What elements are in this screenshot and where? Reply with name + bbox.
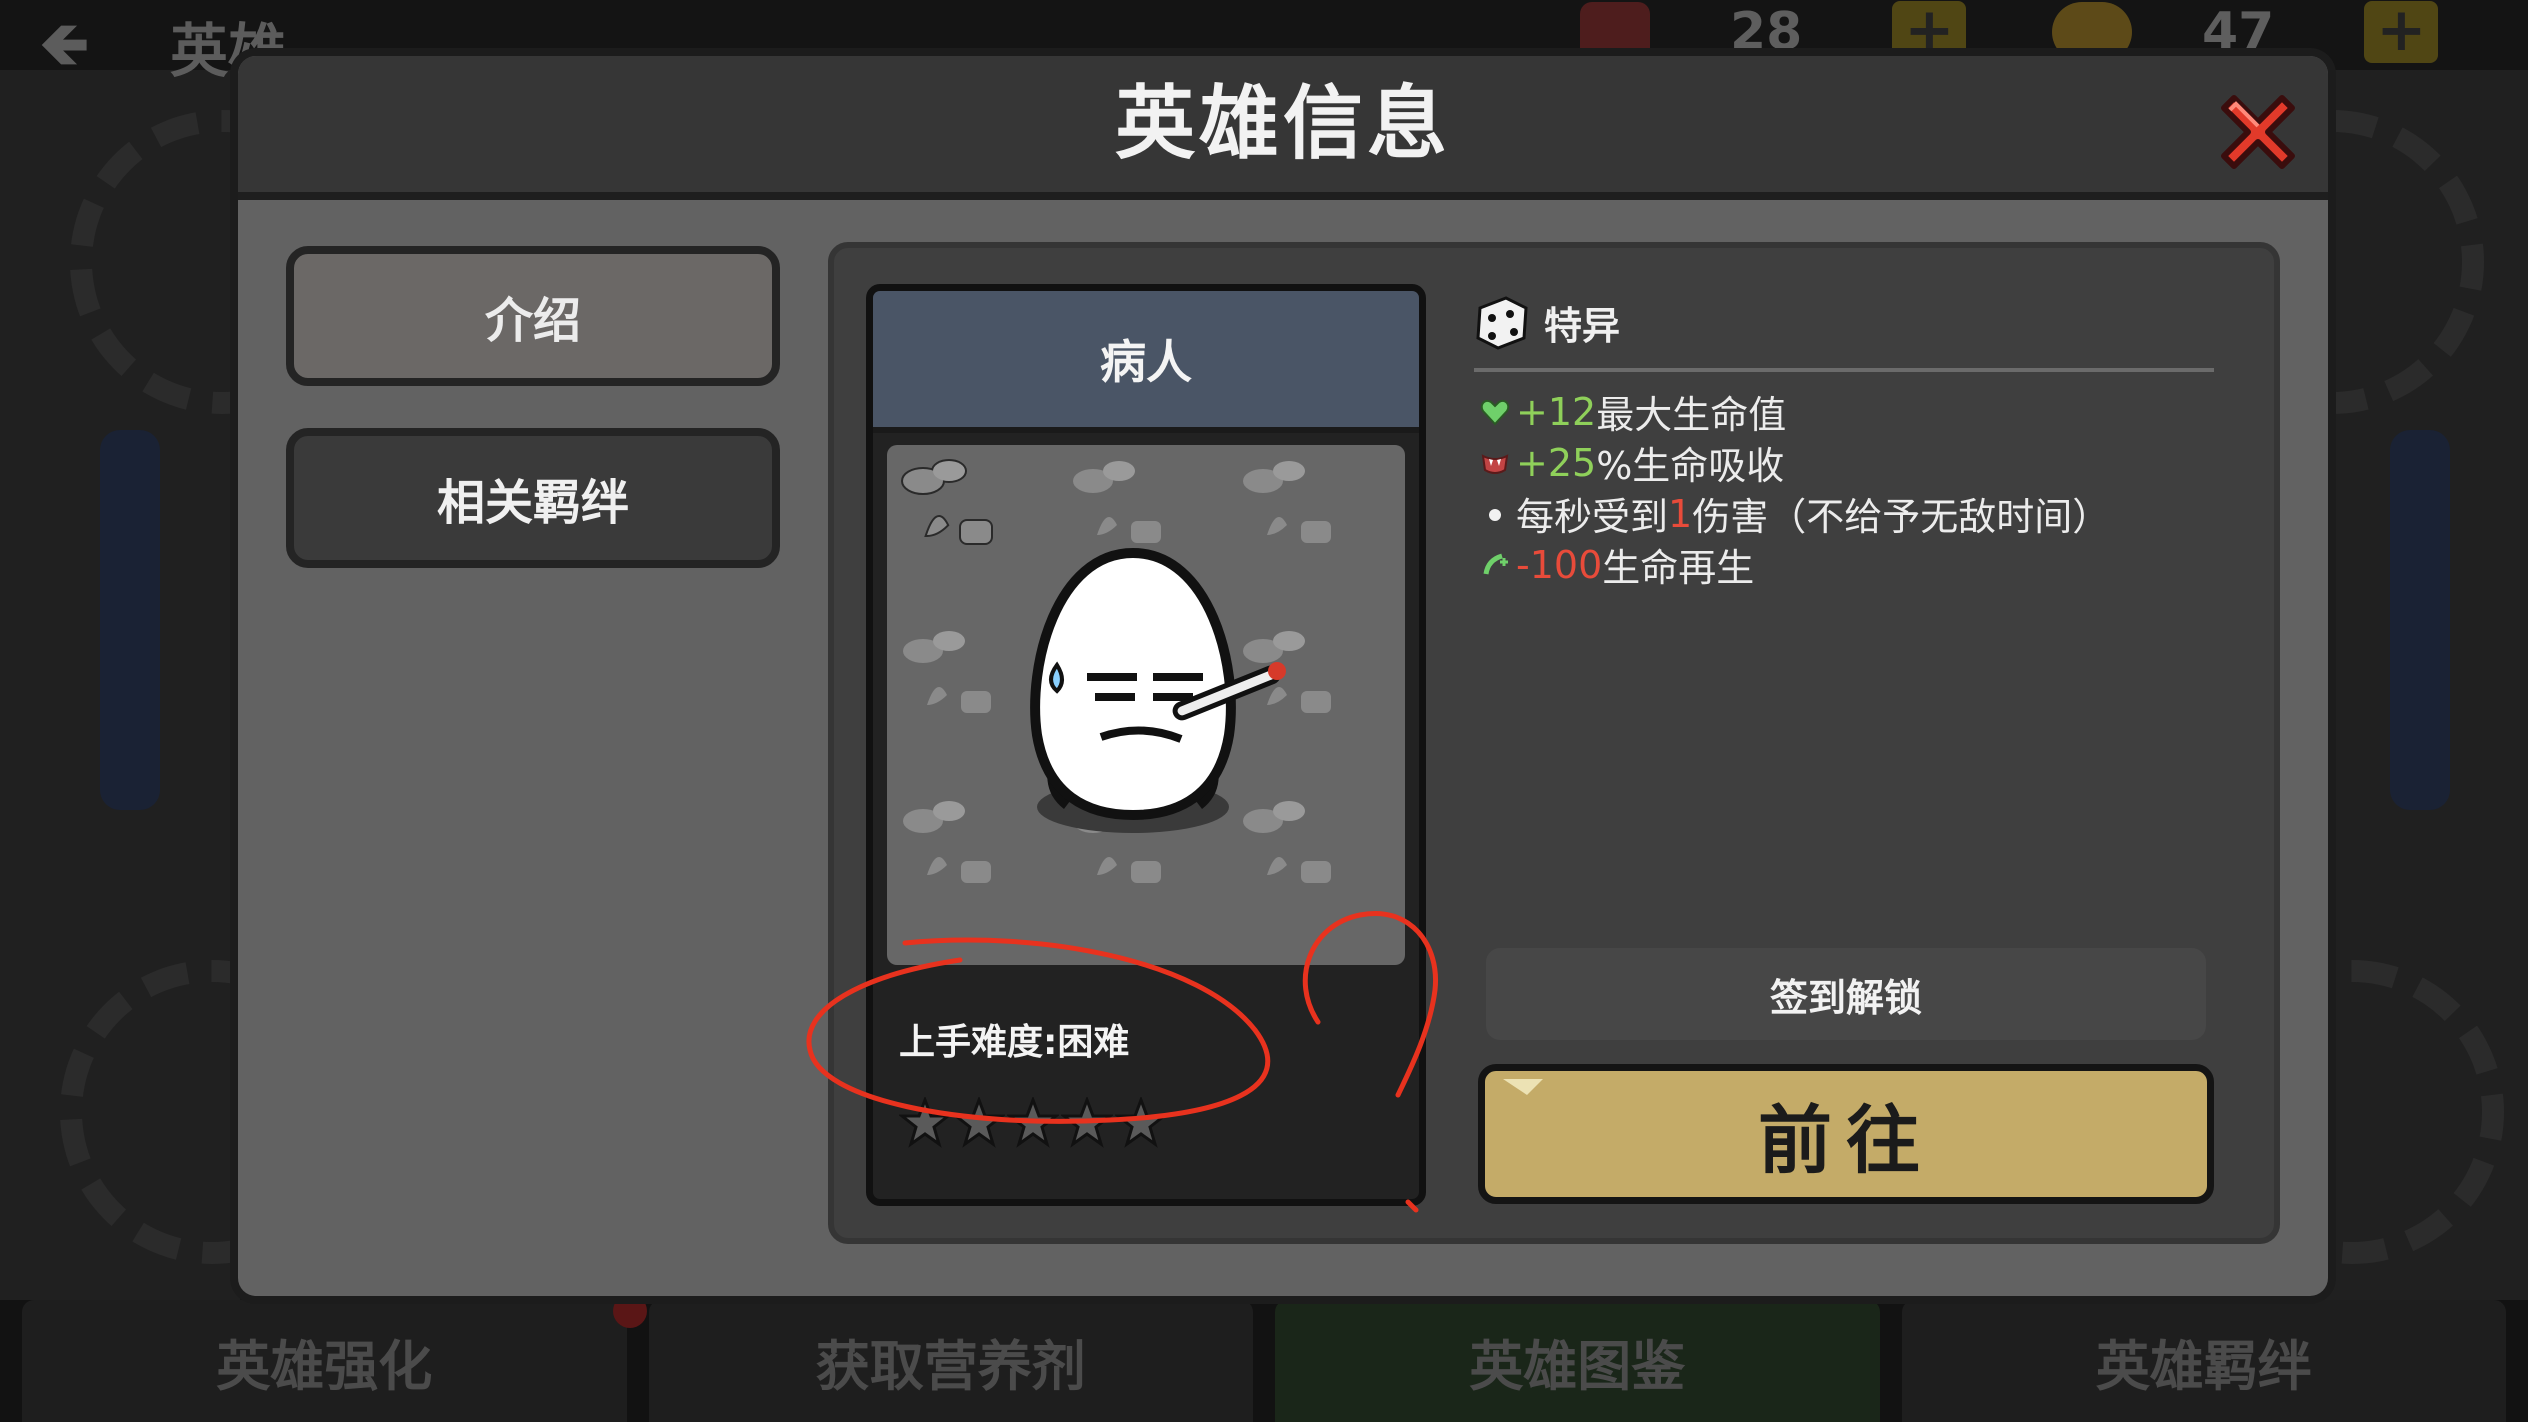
- modal-title: 英雄信息: [1115, 77, 1451, 170]
- notification-badge: [612, 1294, 647, 1328]
- difficulty-stars: [899, 1097, 1167, 1149]
- trait-header: 特异: [1474, 294, 1620, 350]
- trait-list: +12 最大生命值 +25 %生命吸收 每秒受到 1 伤害（不给予无敌时间） -…: [1478, 386, 2110, 590]
- close-icon[interactable]: [2210, 84, 2306, 180]
- background-pipe-decor: [100, 430, 160, 810]
- tab-hero-bonds[interactable]: 英雄羁绊: [1901, 1300, 2506, 1422]
- trait-text-prefix: 每秒受到: [1516, 495, 1669, 539]
- vampire-mouth-icon: [1481, 453, 1509, 474]
- go-button[interactable]: 前往: [1478, 1064, 2214, 1204]
- hero-portrait: [887, 445, 1405, 965]
- bottom-navigation: 英雄强化 获取营养剂 英雄图鉴 英雄羁绊: [0, 1294, 2528, 1422]
- gem-count: 28: [1730, 2, 1803, 62]
- dice-icon: [1476, 296, 1528, 350]
- tab-label: 英雄羁绊: [2095, 1334, 2312, 1398]
- add-gem-button[interactable]: +: [1892, 0, 1967, 63]
- star-icon: [1007, 1097, 1059, 1148]
- trait-text: 伤害（不给予无敌时间）: [1692, 495, 2111, 539]
- star-icon: [953, 1097, 1005, 1148]
- hero-info-modal: 英雄信息 介绍 相关羁绊 病人 上手难度:困难 特异 +12 最大生命值 +25…: [238, 56, 2328, 1296]
- tab-label: 英雄强化: [216, 1334, 433, 1398]
- hero-difficulty: 上手难度:困难: [899, 1022, 1130, 1063]
- trait-divider: [1474, 368, 2214, 372]
- trait-damage-per-second: 每秒受到 1 伤害（不给予无敌时间）: [1478, 488, 2110, 539]
- star-icon: [1115, 1097, 1167, 1148]
- tab-introduction[interactable]: 介绍: [286, 246, 780, 386]
- tab-related-bonds[interactable]: 相关羁绊: [286, 428, 780, 568]
- hero-name: 病人: [1100, 335, 1192, 389]
- trait-text: %生命吸收: [1596, 444, 1785, 488]
- tab-hero-collection[interactable]: 英雄图鉴: [1275, 1300, 1880, 1422]
- back-arrow-icon[interactable]: 🡸: [40, 0, 89, 102]
- go-button-label: 前往: [1758, 1097, 1934, 1184]
- tab-get-nutrients[interactable]: 获取营养剂: [648, 1300, 1253, 1422]
- coin-counter: 47 +: [2052, 0, 2439, 64]
- trait-value: +12: [1516, 389, 1597, 434]
- coin-count: 47: [2202, 2, 2275, 62]
- trait-text: 生命再生: [1602, 546, 1755, 590]
- trait-title: 特异: [1544, 303, 1621, 348]
- modal-header: 英雄信息: [238, 56, 2328, 200]
- gem-counter: 28 +: [1580, 0, 1967, 64]
- hero-card: 病人 上手难度:困难: [866, 284, 1426, 1206]
- bullet-dot-icon: [1489, 508, 1501, 521]
- trait-value: -100: [1516, 542, 1603, 587]
- star-icon: [899, 1097, 951, 1148]
- trait-max-hp: +12 最大生命值: [1478, 386, 2110, 437]
- patient-egg-hero-icon: [901, 459, 1333, 885]
- trait-lifesteal: +25 %生命吸收: [1478, 437, 2110, 488]
- trait-regen: -100 生命再生: [1478, 539, 2110, 590]
- background-pipe-decor: [2390, 430, 2450, 810]
- add-coin-button[interactable]: +: [2364, 0, 2439, 63]
- tab-related-bonds-label: 相关羁绊: [436, 475, 629, 531]
- hero-name-bar: 病人: [873, 291, 1419, 433]
- tab-label: 获取营养剂: [815, 1334, 1086, 1398]
- star-icon: [1061, 1097, 1113, 1148]
- tab-label: 英雄图鉴: [1469, 1334, 1686, 1398]
- heart-icon: [1480, 399, 1510, 425]
- regen-plus-icon: [1483, 553, 1508, 574]
- trait-text: 最大生命值: [1596, 393, 1787, 437]
- unlock-condition: 签到解锁: [1486, 948, 2206, 1040]
- trait-value: 1: [1668, 491, 1693, 536]
- tab-introduction-label: 介绍: [484, 293, 581, 349]
- hero-detail-panel: 病人 上手难度:困难 特异 +12 最大生命值 +25 %生命吸收 每秒受到 1…: [828, 242, 2280, 1244]
- tab-hero-upgrade[interactable]: 英雄强化: [22, 1294, 647, 1422]
- gem-icon: [1580, 2, 1650, 62]
- unlock-text: 签到解锁: [1769, 975, 1922, 1020]
- trait-value: +25: [1516, 440, 1597, 485]
- coin-icon: [2052, 2, 2132, 62]
